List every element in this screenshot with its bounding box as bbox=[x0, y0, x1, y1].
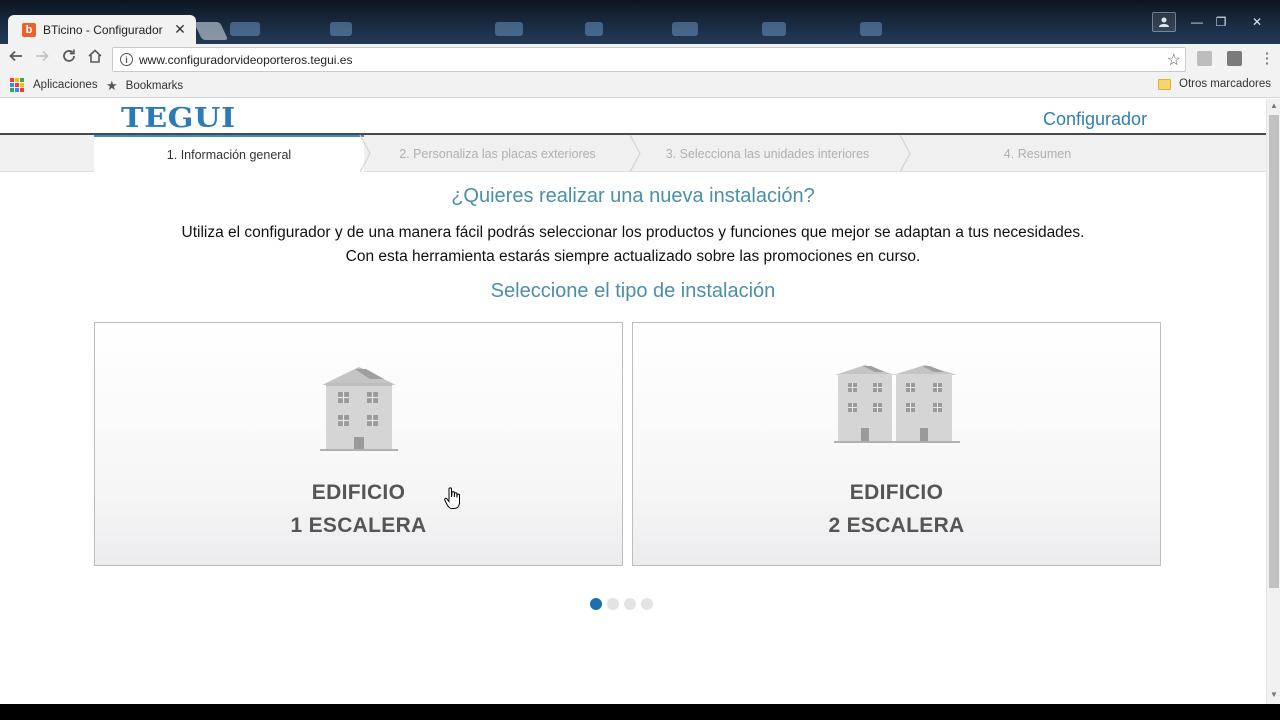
scroll-up-icon[interactable]: ▲ bbox=[1267, 101, 1280, 110]
apps-grid-icon bbox=[10, 78, 24, 92]
back-icon[interactable] bbox=[5, 48, 27, 70]
pagination-dot[interactable] bbox=[607, 598, 619, 610]
scroll-down-icon[interactable]: ▼ bbox=[1267, 690, 1280, 699]
browser-toolbar: i www.configuradorvideoporteros.tegui.es… bbox=[0, 44, 1280, 74]
select-installation-title: Seleccione el tipo de instalación bbox=[490, 280, 776, 302]
step-2-exterior-plates[interactable]: 2. Personaliza las placas exteriores bbox=[370, 135, 625, 172]
window-close-icon[interactable]: ✕ bbox=[1243, 12, 1271, 32]
other-bookmarks-label: Otros marcadores bbox=[1179, 78, 1272, 90]
new-tab-button[interactable] bbox=[193, 22, 229, 40]
window-bottom-edge bbox=[0, 704, 1280, 720]
other-bookmarks[interactable]: Otros marcadores bbox=[1158, 78, 1271, 90]
star-icon: ★ bbox=[106, 78, 118, 93]
home-icon[interactable] bbox=[84, 48, 106, 70]
tab-title: BTicino - Configurador bbox=[43, 22, 163, 37]
scroll-thumb[interactable] bbox=[1269, 115, 1279, 588]
address-bar[interactable]: i www.configuradorvideoporteros.tegui.es… bbox=[112, 47, 1186, 72]
step-1-general-info[interactable]: 1. Información general bbox=[94, 135, 364, 172]
apps-bookmark[interactable]: Aplicaciones bbox=[10, 78, 98, 92]
browser-tab[interactable]: b BTicino - Configurador ✕ bbox=[8, 15, 196, 44]
menu-icon[interactable]: ⋮ bbox=[1256, 48, 1278, 70]
url-text: www.configuradorvideoporteros.tegui.es bbox=[139, 52, 353, 67]
bookmark-star-icon[interactable]: ☆ bbox=[1167, 50, 1181, 70]
reload-icon[interactable] bbox=[58, 48, 80, 70]
option-building-1-staircase[interactable]: EDIFICIO 1 ESCALERA bbox=[94, 322, 623, 566]
apps-label: Aplicaciones bbox=[33, 79, 98, 91]
bookmarks-folder[interactable]: ★ Bookmarks bbox=[106, 78, 183, 94]
wizard-steps: 1. Información general 2. Personaliza la… bbox=[0, 135, 1266, 172]
pagination-dot-active[interactable] bbox=[590, 598, 602, 610]
bookmarks-bar: Aplicaciones ★ Bookmarks Otros marcadore… bbox=[0, 74, 1280, 98]
page-content: TEGUI Configurador 1. Información genera… bbox=[0, 99, 1266, 704]
option-1-title: EDIFICIO bbox=[311, 481, 406, 504]
page-section-title: Configurador bbox=[1043, 109, 1148, 129]
tegui-logo[interactable]: TEGUI bbox=[121, 103, 236, 134]
tab-close-icon[interactable]: ✕ bbox=[172, 21, 188, 38]
browser-title-bar: b BTicino - Configurador ✕ — ❐ ✕ bbox=[0, 0, 1280, 44]
folder-icon bbox=[1158, 78, 1171, 90]
page-scrollbar[interactable]: ▲ ▼ bbox=[1266, 99, 1280, 704]
restore-icon[interactable]: ❐ bbox=[1207, 12, 1235, 32]
building-icon bbox=[319, 367, 398, 451]
option-2-title: EDIFICIO bbox=[849, 481, 944, 504]
extension-icon[interactable] bbox=[1197, 51, 1212, 66]
two-buildings-icon bbox=[833, 365, 960, 443]
step-3-interior-units[interactable]: 3. Selecciona las unidades interiores bbox=[640, 135, 895, 172]
bookmarks-label: Bookmarks bbox=[125, 80, 184, 92]
site-info-icon[interactable]: i bbox=[120, 53, 133, 66]
profile-icon[interactable] bbox=[1152, 12, 1176, 32]
option-2-subtitle: 2 ESCALERA bbox=[828, 514, 965, 537]
extension-icon[interactable] bbox=[1227, 51, 1242, 66]
pagination-dot[interactable] bbox=[624, 598, 636, 610]
main-question: ¿Quieres realizar una nueva instalación? bbox=[451, 185, 815, 207]
description-line-2: Con esta herramienta estarás siempre act… bbox=[345, 248, 921, 265]
bticino-favicon-icon: b bbox=[22, 22, 36, 37]
hand-cursor-icon bbox=[444, 487, 460, 509]
forward-icon[interactable] bbox=[31, 48, 53, 70]
pagination-dot[interactable] bbox=[641, 598, 653, 610]
option-1-subtitle: 1 ESCALERA bbox=[290, 514, 427, 537]
option-building-2-staircases[interactable]: EDIFICIO 2 ESCALERA bbox=[632, 322, 1161, 566]
step-4-summary[interactable]: 4. Resumen bbox=[910, 135, 1165, 172]
description-line-1: Utiliza el configurador y de una manera … bbox=[181, 224, 1085, 241]
